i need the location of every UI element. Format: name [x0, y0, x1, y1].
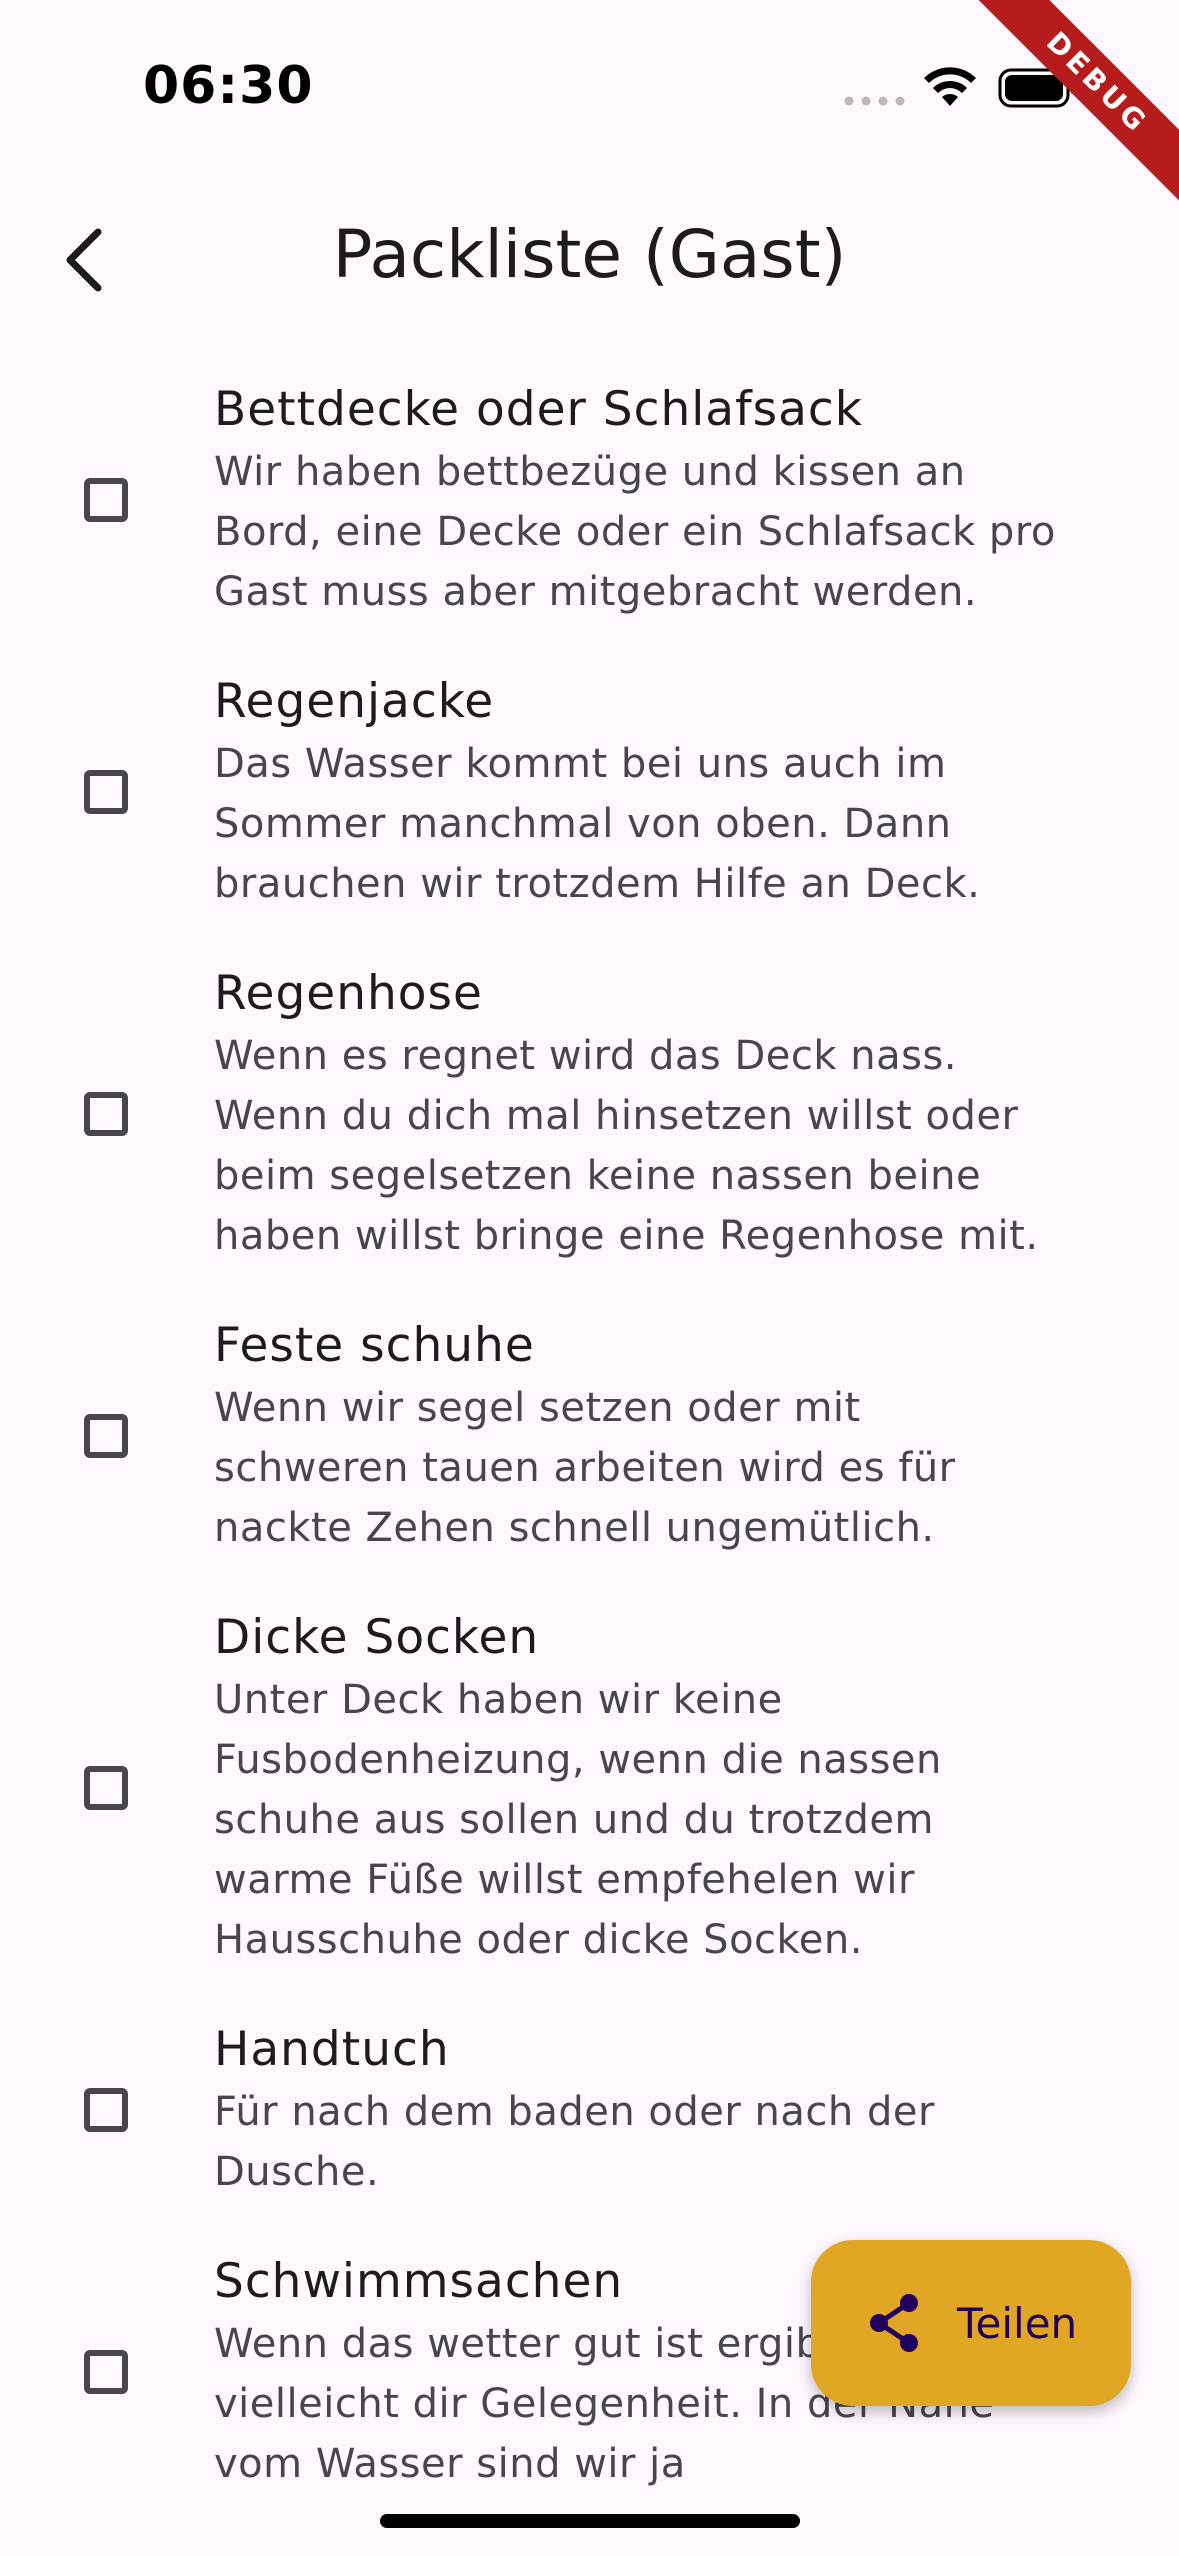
checkbox[interactable]	[84, 1092, 128, 1136]
item-title: Regenjacke	[214, 674, 495, 729]
item-description: Unter Deck haben wir keine Fusbodenheizu…	[214, 1677, 942, 1963]
item-description: Wir haben bettbezüge und kissen an Bord,…	[214, 449, 1056, 615]
item-title: Regenhose	[214, 966, 483, 1021]
item-title: Dicke Socken	[214, 1610, 540, 1665]
wifi-icon	[924, 67, 976, 106]
item-description: Das Wasser kommt bei uns auch im Sommer …	[214, 741, 981, 907]
checkbox[interactable]	[84, 478, 128, 522]
checkbox[interactable]	[84, 1414, 128, 1458]
checkbox[interactable]	[84, 2350, 128, 2394]
share-icon	[870, 2294, 918, 2352]
item-description: Für nach dem baden oder nach der Dusche.	[214, 2089, 935, 2195]
list-item[interactable]: Dicke Socken Unter Deck haben wir keine …	[0, 1598, 1179, 2010]
item-title: Bettdecke oder Schlafsack	[214, 382, 863, 437]
packing-list: Bettdecke oder Schlafsack Wir haben bett…	[0, 370, 1179, 2534]
item-description: Wenn wir segel setzen oder mit schweren …	[214, 1385, 956, 1551]
list-item[interactable]: Regenhose Wenn es regnet wird das Deck n…	[0, 954, 1179, 1306]
checkbox[interactable]	[84, 1766, 128, 1810]
checkbox[interactable]	[84, 770, 128, 814]
home-indicator[interactable]	[380, 2514, 800, 2528]
checkbox[interactable]	[84, 2088, 128, 2132]
list-item[interactable]: Feste schuhe Wenn wir segel setzen oder …	[0, 1306, 1179, 1598]
item-description: Wenn es regnet wird das Deck nass. Wenn …	[214, 1033, 1039, 1259]
share-button[interactable]: Teilen	[811, 2240, 1131, 2406]
item-title: Feste schuhe	[214, 1318, 535, 1373]
item-title: Handtuch	[214, 2022, 450, 2077]
page-title: Packliste (Gast)	[332, 216, 847, 293]
debug-banner: DEBUG	[937, 0, 1179, 243]
cellular-signal-icon	[844, 96, 905, 106]
list-item[interactable]: Bettdecke oder Schlafsack Wir haben bett…	[0, 370, 1179, 662]
list-item[interactable]: Handtuch Für nach dem baden oder nach de…	[0, 2010, 1179, 2242]
status-time: 06:30	[143, 56, 314, 116]
list-item[interactable]: Regenjacke Das Wasser kommt bei uns auch…	[0, 662, 1179, 954]
screen: 06:30 DEBUG Packliste (Gast) Bettdecke o…	[0, 0, 1179, 2556]
share-button-label: Teilen	[957, 2298, 1078, 2348]
